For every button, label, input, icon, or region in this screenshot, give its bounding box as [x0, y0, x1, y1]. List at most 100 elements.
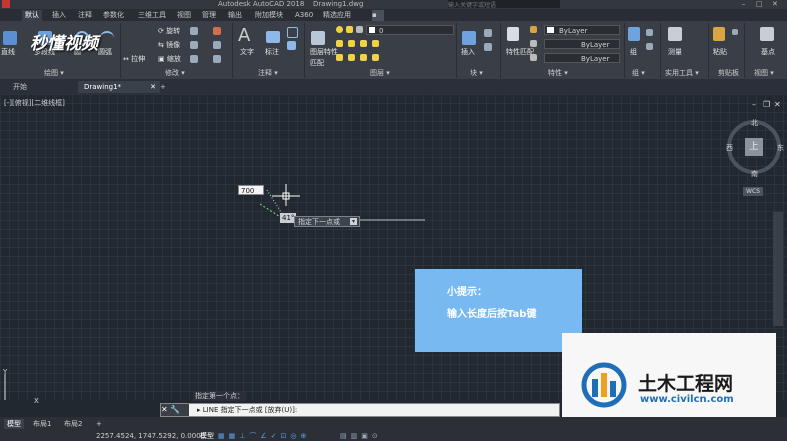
- layer-props-label: 图层特性: [310, 48, 338, 56]
- group-edit-icon[interactable]: [646, 43, 653, 50]
- panel-title-annotation[interactable]: 注释 ▾: [258, 68, 278, 79]
- layout-tab-layout1[interactable]: 布局1: [33, 419, 51, 429]
- color-dropdown[interactable]: ByLayer: [544, 25, 620, 35]
- lineweight-dropdown[interactable]: ByLayer: [544, 53, 620, 63]
- autocad-logo-icon[interactable]: [2, 0, 10, 8]
- layer-on-icon[interactable]: [336, 26, 343, 33]
- text-a-icon[interactable]: A: [238, 25, 250, 46]
- layer-dropdown[interactable]: 0: [366, 25, 454, 35]
- copy-clip-icon[interactable]: [732, 29, 738, 35]
- annotation-toggles[interactable]: ▤▥▣⊙: [340, 431, 400, 441]
- app-title: Autodesk AutoCAD 2018: [218, 0, 305, 8]
- create-block-icon[interactable]: [484, 29, 492, 37]
- layer-tool-icon[interactable]: [360, 54, 367, 61]
- panel-title-draw[interactable]: 绘图 ▾: [44, 68, 64, 79]
- layout-tab-model[interactable]: 模型: [4, 419, 24, 429]
- title-bar: Autodesk AutoCAD 2018 Drawing1.dwg 输入关键字…: [0, 0, 787, 9]
- scale-button[interactable]: ▣ 缩放: [158, 54, 181, 64]
- layer-tool-icon[interactable]: [372, 40, 379, 47]
- tab-home[interactable]: 默认: [22, 10, 42, 21]
- lineweight-icon[interactable]: [530, 54, 537, 61]
- tab-featured-apps[interactable]: 精选应用: [323, 10, 351, 21]
- close-button[interactable]: ✕: [772, 0, 778, 8]
- dynamic-prompt-tooltip: 指定下一点或 ▾: [294, 216, 360, 227]
- new-tab-button[interactable]: +: [160, 81, 170, 93]
- civilcn-logo: [581, 362, 627, 408]
- drafting-toggles[interactable]: ▦▦⊥⌒∠✓⊡◎⊕: [218, 431, 338, 441]
- array-icon[interactable]: [190, 55, 198, 63]
- site-watermark: 土木工程网 www.civilcn.com: [562, 333, 776, 417]
- table-icon[interactable]: [287, 41, 296, 50]
- tab-addins[interactable]: 附加模块: [255, 10, 283, 21]
- panel-title-properties[interactable]: 特性 ▾: [548, 68, 568, 79]
- doc-tab-start[interactable]: 开始: [5, 81, 81, 93]
- layout-tab-layout2[interactable]: 布局2: [64, 419, 82, 429]
- dimension-label: 标注: [265, 48, 279, 56]
- fillet-icon[interactable]: [190, 41, 198, 49]
- layer-lock-icon[interactable]: [356, 26, 363, 33]
- edit-block-icon[interactable]: [484, 43, 492, 51]
- copy-icon[interactable]: [190, 27, 198, 35]
- panel-title-groups[interactable]: 组 ▾: [632, 68, 645, 79]
- tab-output[interactable]: 输出: [228, 10, 242, 21]
- layer-tool-icon[interactable]: [372, 54, 379, 61]
- panel-title-block[interactable]: 块 ▾: [470, 68, 483, 79]
- add-layout-button[interactable]: +: [96, 419, 102, 429]
- panel-title-view[interactable]: 视图 ▾: [754, 68, 774, 79]
- doc-tab-drawing1[interactable]: Drawing1* ✕: [78, 81, 160, 93]
- paste-label: 粘贴: [713, 48, 727, 56]
- minimize-button[interactable]: –: [742, 0, 746, 8]
- stretch-button[interactable]: ↔ 拉伸: [123, 54, 145, 64]
- base-view-icon[interactable]: [760, 27, 774, 41]
- command-line[interactable]: ✕ 🔧 ▸ LINE 指定下一点或 [放弃(U)]:: [160, 403, 560, 417]
- line-icon[interactable]: [3, 31, 17, 45]
- layer-freeze-icon[interactable]: [346, 26, 353, 33]
- paste-icon[interactable]: [713, 27, 725, 41]
- ungroup-icon[interactable]: [646, 29, 653, 36]
- search-input[interactable]: 输入关键字或短语: [448, 0, 560, 9]
- insert-block-icon[interactable]: [462, 31, 476, 45]
- command-line-controls[interactable]: ✕ 🔧: [161, 404, 189, 416]
- dynamic-options-icon[interactable]: ▾: [350, 218, 357, 225]
- leader-icon[interactable]: [287, 27, 298, 38]
- layer-tool-icon[interactable]: [348, 40, 355, 47]
- layer-tool-icon[interactable]: [360, 40, 367, 47]
- arc-icon[interactable]: [100, 31, 114, 45]
- length-input[interactable]: 700: [238, 185, 264, 195]
- tab-annotate[interactable]: 注释: [78, 10, 92, 21]
- panel-title-modify[interactable]: 修改 ▾: [165, 68, 185, 79]
- model-space-toggle[interactable]: 模型: [200, 431, 214, 441]
- command-history: 指定第一个点：: [193, 392, 246, 401]
- group-icon[interactable]: [628, 27, 640, 41]
- rotate-button[interactable]: ⟳ 旋转: [158, 26, 180, 36]
- panel-title-utilities[interactable]: 实用工具 ▾: [665, 68, 699, 79]
- ribbon-tab-bar: 默认 插入 注释 参数化 三维工具 视图 管理 输出 附加模块 A360 精选应…: [0, 9, 787, 21]
- properties-icon[interactable]: [507, 27, 519, 41]
- tab-parametric[interactable]: 参数化: [103, 10, 124, 21]
- panel-title-layers[interactable]: 图层 ▾: [370, 68, 390, 79]
- ribbon-options-icon[interactable]: ▪: [372, 10, 384, 21]
- coordinates-readout[interactable]: 2257.4524, 1747.5292, 0.0000: [96, 431, 205, 441]
- color-icon[interactable]: [530, 26, 537, 33]
- mirror-button[interactable]: ⇆ 镜像: [158, 40, 180, 50]
- layer-tool-icon[interactable]: [348, 54, 355, 61]
- layer-tool-icon[interactable]: [336, 40, 343, 47]
- tab-view[interactable]: 视图: [177, 10, 191, 21]
- dimension-icon[interactable]: [266, 31, 280, 43]
- measure-icon[interactable]: [668, 27, 682, 41]
- document-tabs: 开始 Drawing1* ✕ +: [0, 79, 787, 94]
- erase-icon[interactable]: [213, 27, 221, 35]
- close-tab-icon[interactable]: ✕: [150, 81, 156, 93]
- tab-manage[interactable]: 管理: [202, 10, 216, 21]
- panel-title-clipboard[interactable]: 剪贴板: [718, 68, 739, 79]
- tab-a360[interactable]: A360: [295, 10, 313, 21]
- offset-icon[interactable]: [213, 55, 221, 63]
- linetype-dropdown[interactable]: ByLayer: [544, 39, 620, 49]
- tab-3d-tools[interactable]: 三维工具: [138, 10, 166, 21]
- layer-tool-icon[interactable]: [336, 54, 343, 61]
- layer-properties-icon[interactable]: [311, 31, 325, 45]
- maximize-button[interactable]: □: [756, 0, 763, 8]
- tab-insert[interactable]: 插入: [52, 10, 66, 21]
- explode-icon[interactable]: [213, 41, 221, 49]
- linetype-icon[interactable]: [530, 40, 537, 47]
